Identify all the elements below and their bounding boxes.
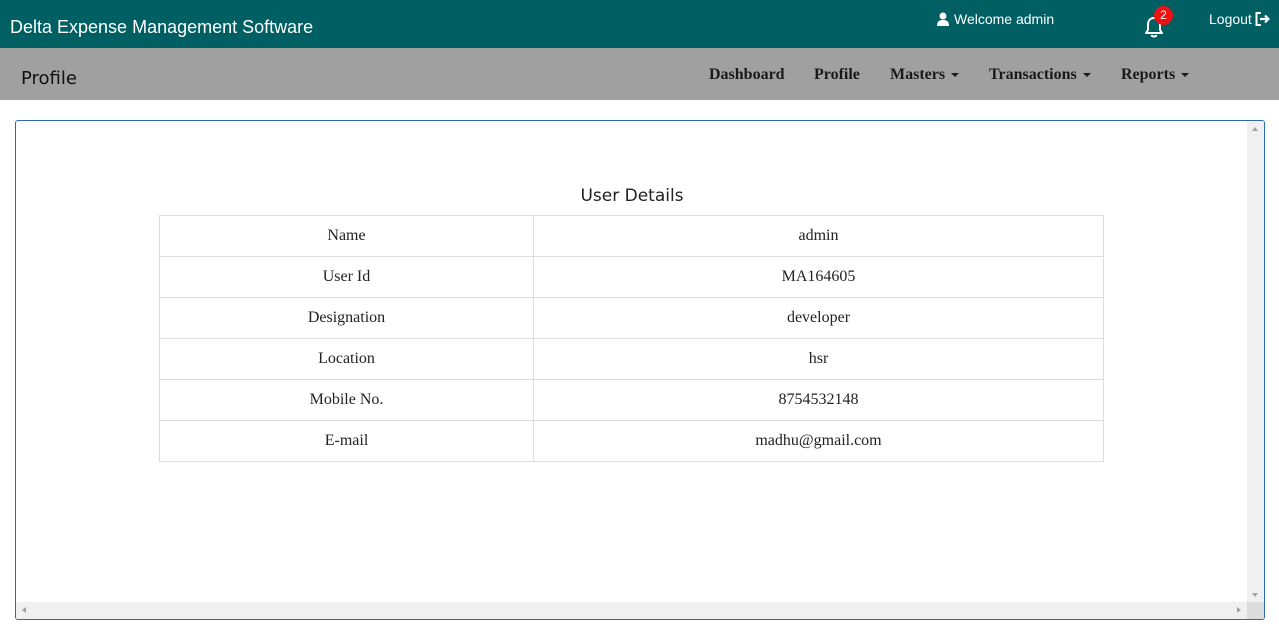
nav-dashboard-label: Dashboard [709,66,785,83]
table-row: Designation developer [159,297,1104,339]
nav-transactions-dropdown[interactable]: Transactions [989,66,1091,84]
row-value: 8754532148 [533,379,1104,421]
scroll-up-icon[interactable] [1252,127,1258,131]
row-label: Name [159,215,534,257]
logout-link[interactable]: Logout [1209,10,1270,28]
table-row: Name admin [159,215,1104,257]
caret-down-icon [951,73,960,77]
nav-masters-label: Masters [890,66,946,83]
nav-reports-label: Reports [1121,66,1176,83]
scrollbar-corner [1247,602,1264,619]
scroll-right-icon[interactable] [1237,607,1241,613]
table-row: Mobile No. 8754532148 [159,379,1104,421]
row-label: Designation [159,297,534,339]
nav-transactions-label: Transactions [989,66,1077,83]
row-value: MA164605 [533,256,1104,298]
row-label: E-mail [159,420,534,462]
row-label: User Id [159,256,534,298]
table-row: User Id MA164605 [159,256,1104,298]
caret-down-icon [1082,73,1091,77]
horizontal-scrollbar[interactable] [16,602,1247,619]
nav-reports-dropdown[interactable]: Reports [1121,66,1190,84]
scroll-down-icon[interactable] [1252,593,1258,597]
row-label: Mobile No. [159,379,534,421]
row-value: hsr [533,338,1104,380]
section-title: User Details [580,186,684,206]
logout-label: Logout [1209,11,1252,27]
row-value: madhu@gmail.com [533,420,1104,462]
main-navbar: Profile Dashboard Profile Masters Transa… [0,48,1279,100]
welcome-user[interactable]: Welcome admin [936,10,1054,28]
row-label: Location [159,338,534,380]
app-title: Delta Expense Management Software [10,17,314,37]
nav-profile-label: Profile [814,66,860,83]
user-details-table: Name admin User Id MA164605 Designation … [159,215,1104,462]
caret-down-icon [1181,73,1190,77]
vertical-scrollbar[interactable] [1247,121,1264,603]
top-header: Delta Expense Management Software Welcom… [0,0,1279,48]
notification-count-badge[interactable]: 2 [1154,6,1173,25]
user-icon [937,12,949,26]
page-title: Profile [21,68,77,89]
table-row: Location hsr [159,338,1104,380]
row-value: developer [533,297,1104,339]
nav-dashboard[interactable]: Dashboard [709,66,785,84]
logout-icon [1255,12,1270,26]
scroll-left-icon[interactable] [22,607,26,613]
nav-masters-dropdown[interactable]: Masters [890,66,960,84]
row-value: admin [533,215,1104,257]
welcome-text: Welcome admin [954,11,1055,27]
table-row: E-mail madhu@gmail.com [159,420,1104,462]
nav-profile[interactable]: Profile [814,66,860,84]
content-frame: User Details Name admin User Id MA164605… [15,120,1265,620]
